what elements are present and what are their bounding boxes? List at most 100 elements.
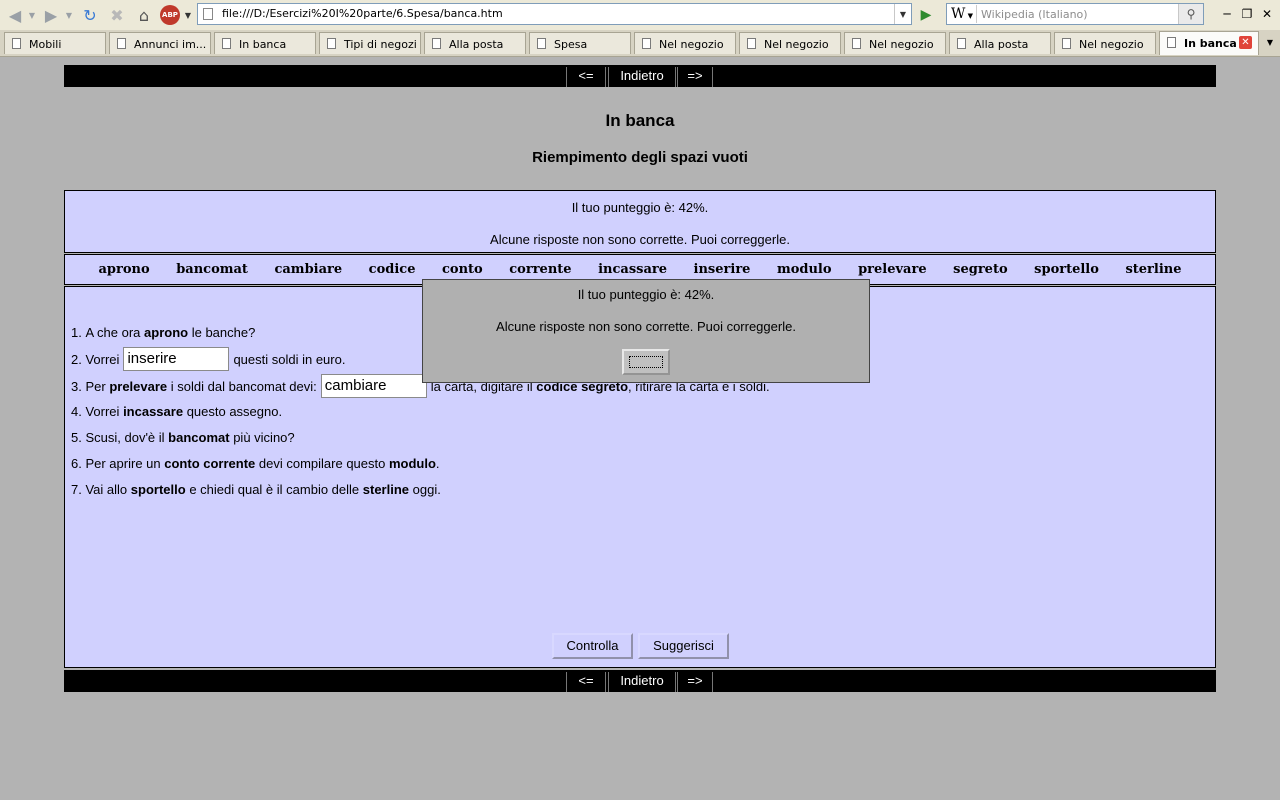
tab-label: Mobili <box>29 38 62 51</box>
score-text: Il tuo punteggio è: 42%. <box>571 200 709 215</box>
back-button[interactable]: Indietro <box>608 672 676 692</box>
question-text: Vorrei <box>85 351 120 367</box>
tab-mobili[interactable]: Mobili <box>4 32 106 54</box>
search-input[interactable]: Wikipedia (Italiano) <box>981 8 1088 21</box>
prev-page-button[interactable]: <= <box>566 67 606 87</box>
page-icon <box>12 38 21 49</box>
question-text: i soldi dal bancomat devi: <box>170 378 317 394</box>
address-history-dropdown-icon[interactable]: ▼ <box>894 4 911 24</box>
go-arrow-icon[interactable]: ▶ <box>916 5 936 25</box>
tab-nel-negozio[interactable]: Nel negozio <box>844 32 946 54</box>
page-icon <box>432 38 441 49</box>
tab-label: Alla posta <box>449 38 504 51</box>
adblock-icon[interactable]: ABP <box>160 5 180 25</box>
search-bar[interactable]: W ▼ Wikipedia (Italiano) ⚲ <box>946 3 1204 25</box>
word-bank-item: corrente <box>509 262 572 277</box>
restore-icon[interactable]: ❐ <box>1239 7 1255 21</box>
tab-label: Tipi di negozi <box>344 38 417 51</box>
prev-page-button[interactable]: <= <box>566 672 606 692</box>
address-bar[interactable]: file:///D:/Esercizi%20I%20parte/6.Spesa/… <box>197 3 912 25</box>
question-text: devi compilare questo <box>258 456 386 471</box>
next-page-button[interactable]: => <box>677 672 713 692</box>
gap-input-3[interactable]: cambiare <box>320 374 427 398</box>
question-text: e chiedi qual è il cambio delle <box>189 482 360 497</box>
question-text: Per <box>85 378 106 394</box>
adblock-dropdown-icon[interactable]: ▼ <box>183 4 193 26</box>
forward-history-dropdown-icon[interactable]: ▼ <box>64 4 74 26</box>
back-history-dropdown-icon[interactable]: ▼ <box>27 4 37 26</box>
word-bank-item: conto <box>442 262 483 277</box>
tab-label: Nel negozio <box>764 38 829 51</box>
question-text: Scusi, dov'è il <box>85 430 165 445</box>
question-text: A che ora <box>85 325 141 340</box>
answer-word: sterline <box>362 482 410 497</box>
tab-tipi-di-negozi[interactable]: Tipi di negozi <box>319 32 421 54</box>
question-number: 1. <box>71 325 82 340</box>
tab-spesa[interactable]: Spesa <box>529 32 631 54</box>
forward-arrow-icon[interactable]: ▶ <box>40 4 62 26</box>
tab-label: In banca <box>1184 37 1237 50</box>
dialog-score-text: Il tuo punteggio è: 42%. <box>577 287 715 302</box>
browser-toolbar: ◀ ▼ ▶ ▼ ↻ ✖ ⌂ ABP ▼ file:///D:/Esercizi%… <box>0 0 1280 31</box>
stop-icon[interactable]: ✖ <box>106 4 128 26</box>
tab-label: Nel negozio <box>869 38 934 51</box>
question-number: 7. <box>71 482 82 497</box>
tab-annunci[interactable]: Annunci im... <box>109 32 211 54</box>
home-icon[interactable]: ⌂ <box>133 4 155 26</box>
tab-nel-negozio[interactable]: Nel negozio <box>739 32 841 54</box>
question-6: 6. Per aprire un conto corrente devi com… <box>71 456 440 471</box>
answer-word: incassare <box>123 404 184 419</box>
page-icon <box>203 8 213 20</box>
tab-alla-posta[interactable]: Alla posta <box>424 32 526 54</box>
tab-nel-negozio[interactable]: Nel negozio <box>1054 32 1156 54</box>
tab-in-banca[interactable]: In banca <box>214 32 316 54</box>
tab-in-banca-active[interactable]: In banca ✕ <box>1159 31 1259 55</box>
tab-label: Nel negozio <box>659 38 724 51</box>
reload-icon[interactable]: ↻ <box>79 4 101 26</box>
question-text: oggi. <box>412 482 441 497</box>
close-tab-icon[interactable]: ✕ <box>1239 36 1252 49</box>
answer-word: modulo <box>388 456 436 471</box>
check-button[interactable]: Controlla <box>552 633 633 659</box>
question-1: 1. A che ora aprono le banche? <box>71 325 255 340</box>
dialog-message: Alcune risposte non sono corrette. Puoi … <box>496 319 796 334</box>
tab-nel-negozio[interactable]: Nel negozio <box>634 32 736 54</box>
tab-label: Nel negozio <box>1079 38 1144 51</box>
word-bank-item: incassare <box>598 262 668 277</box>
page-icon <box>117 38 126 49</box>
search-engine-icon[interactable]: W ▼ <box>949 5 977 23</box>
page-icon <box>327 38 336 49</box>
question-number: 2. <box>71 351 82 367</box>
next-page-button[interactable]: => <box>677 67 713 87</box>
feedback-panel: Il tuo punteggio è: 42%. Alcune risposte… <box>64 190 1216 253</box>
question-number: 4. <box>71 404 82 419</box>
word-bank-item: segreto <box>953 262 1008 277</box>
answer-word: sportello <box>130 482 186 497</box>
word-bank-item: codice <box>368 262 416 277</box>
word-bank-item: aprono <box>98 262 150 277</box>
question-4: 4. Vorrei incassare questo assegno. <box>71 404 282 419</box>
word-bank-item: cambiare <box>274 262 343 277</box>
question-text: questi soldi in euro. <box>233 351 346 367</box>
tab-alla-posta[interactable]: Alla posta <box>949 32 1051 54</box>
page-icon <box>1167 37 1176 48</box>
minimize-icon[interactable]: ─ <box>1219 7 1235 21</box>
page-icon <box>747 38 756 49</box>
answer-word: aprono <box>144 325 189 340</box>
question-number: 6. <box>71 456 82 471</box>
close-window-icon[interactable]: ✕ <box>1259 7 1275 21</box>
question-5: 5. Scusi, dov'è il bancomat più vicino? <box>71 430 295 445</box>
gap-input-2[interactable]: inserire <box>123 347 230 371</box>
hint-button[interactable]: Suggerisci <box>638 633 729 659</box>
dialog-ok-button[interactable] <box>622 349 670 375</box>
tab-list-dropdown-icon[interactable]: ▼ <box>1262 32 1278 52</box>
address-text[interactable]: file:///D:/Esercizi%20I%20parte/6.Spesa/… <box>222 7 503 20</box>
back-arrow-icon[interactable]: ◀ <box>4 4 26 26</box>
question-number: 3. <box>71 378 82 394</box>
tab-label: Spesa <box>554 38 588 51</box>
page-title: In banca <box>605 111 675 130</box>
back-button[interactable]: Indietro <box>608 67 676 87</box>
word-bank-item: sportello <box>1034 262 1099 277</box>
bottom-navbar: <= Indietro => <box>64 670 1216 692</box>
search-icon[interactable]: ⚲ <box>1178 4 1203 24</box>
